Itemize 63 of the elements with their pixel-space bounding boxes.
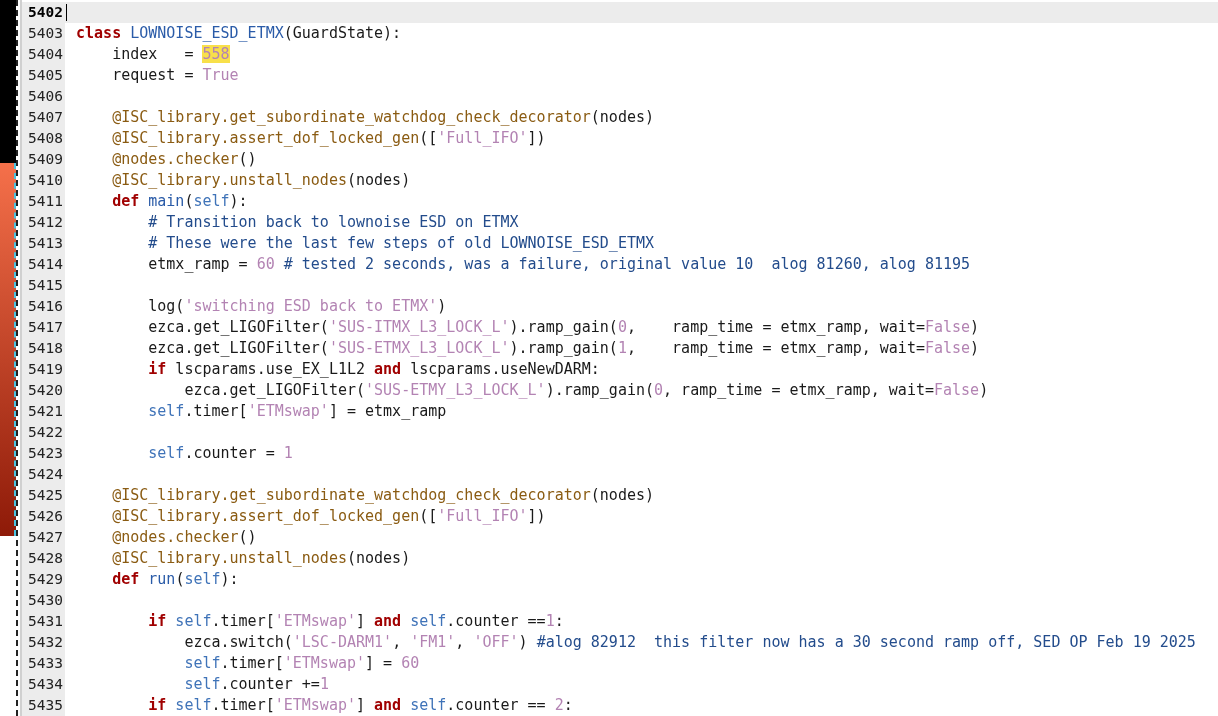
line-number: 5411 bbox=[22, 191, 65, 212]
line-number: 5429 bbox=[22, 569, 65, 590]
line-number: 5422 bbox=[22, 422, 65, 443]
line-number: 5420 bbox=[22, 380, 65, 401]
line-number: 5409 bbox=[22, 149, 65, 170]
line-number: 5413 bbox=[22, 233, 65, 254]
line-number: 5408 bbox=[22, 128, 65, 149]
line-number: 5432 bbox=[22, 632, 65, 653]
code-line: ezca.get_LIGOFilter('SUS-ITMX_L3_LOCK_L').ramp_gain(0, ramp_time = etmx_ramp, wait=False) bbox=[147, 318, 980, 336]
line-number: 5435 bbox=[22, 695, 65, 716]
code-line: # These were the last few steps of old LOWNOISE_ESD_ETMX bbox=[147, 234, 654, 252]
line-number: 5415 bbox=[22, 275, 65, 296]
line-number: 5419 bbox=[22, 359, 65, 380]
line-number: 5431 bbox=[22, 611, 65, 632]
code-line: if self.timer['ETMswap'] and self.counter == 2: bbox=[147, 696, 573, 714]
line-number: 5412 bbox=[22, 212, 65, 233]
text-cursor bbox=[66, 4, 67, 21]
code-line: @ISC_library.get_subordinate_watchdog_check_decorator(nodes) bbox=[111, 486, 654, 504]
code-line: def run(self): bbox=[111, 570, 239, 588]
code-line: ezca.get_LIGOFilter('SUS-ETMX_L3_LOCK_L').ramp_gain(1, ramp_time = etmx_ramp, wait=False) bbox=[147, 339, 980, 357]
code-line: self.timer['ETMswap'] = 60 bbox=[183, 654, 420, 672]
code-line: if self.timer['ETMswap'] and self.counter ==1: bbox=[147, 612, 564, 630]
line-number: 5405 bbox=[22, 65, 65, 86]
code-line: self.counter = 1 bbox=[147, 444, 293, 462]
code-line: class LOWNOISE_ESD_ETMX(GuardState): bbox=[76, 24, 402, 42]
line-number: 5414 bbox=[22, 254, 65, 275]
line-number: 5417 bbox=[22, 317, 65, 338]
code-line: ezca.get_LIGOFilter('SUS-ETMY_L3_LOCK_L').ramp_gain(0, ramp_time = etmx_ramp, wait=False) bbox=[183, 381, 989, 399]
code-line: @nodes.checker() bbox=[111, 150, 257, 168]
line-number: 5421 bbox=[22, 401, 65, 422]
line-number: 5404 bbox=[22, 44, 65, 65]
line-number: 5427 bbox=[22, 527, 65, 548]
code-line: index = 558 bbox=[111, 45, 230, 63]
line-number: 5423 bbox=[22, 443, 65, 464]
code-line: if lscparams.use_EX_L1L2 and lscparams.useNewDARM: bbox=[147, 360, 600, 378]
line-number: 5425 bbox=[22, 485, 65, 506]
code-line: @ISC_library.get_subordinate_watchdog_check_decorator(nodes) bbox=[111, 108, 654, 126]
code-line: # Transition back to lownoise ESD on ETMX bbox=[147, 213, 519, 231]
line-number: 5410 bbox=[22, 170, 65, 191]
code-line: ezca.switch('LSC-DARM1', 'FM1', 'OFF') #alog 82912 this filter now has a 30 second ramp off, SED OP Feb 19 2025 bbox=[183, 633, 1196, 651]
code-line: @ISC_library.assert_dof_locked_gen(['Full_IFO']) bbox=[111, 507, 546, 525]
code-line: @ISC_library.unstall_nodes(nodes) bbox=[111, 549, 411, 567]
code-line: self.counter +=1 bbox=[183, 675, 329, 693]
line-number: 5416 bbox=[22, 296, 65, 317]
line-number: 5424 bbox=[22, 464, 65, 485]
line-number: 5406 bbox=[22, 86, 65, 107]
line-number: 5430 bbox=[22, 590, 65, 611]
code-line: request = True bbox=[111, 66, 239, 84]
line-number: 5402 bbox=[22, 2, 65, 23]
code-line: @ISC_library.unstall_nodes(nodes) bbox=[111, 171, 411, 189]
line-number: 5407 bbox=[22, 107, 65, 128]
line-number: 5433 bbox=[22, 653, 65, 674]
line-number: 5403 bbox=[22, 23, 65, 44]
code-line: log('switching ESD back to ETMX') bbox=[147, 297, 447, 315]
line-number: 5428 bbox=[22, 548, 65, 569]
code-line: etmx_ramp = 60 # tested 2 seconds, was a failure, original value 10 alog 81260, alog 81195 bbox=[147, 255, 971, 273]
line-number: 5434 bbox=[22, 674, 65, 695]
line-number: 5418 bbox=[22, 338, 65, 359]
code-line: @ISC_library.assert_dof_locked_gen(['Full_IFO']) bbox=[111, 129, 546, 147]
code-line: @nodes.checker() bbox=[111, 528, 257, 546]
code-line: def main(self): bbox=[111, 192, 248, 210]
code-line: self.timer['ETMswap'] = etmx_ramp bbox=[147, 402, 447, 420]
line-number: 5426 bbox=[22, 506, 65, 527]
